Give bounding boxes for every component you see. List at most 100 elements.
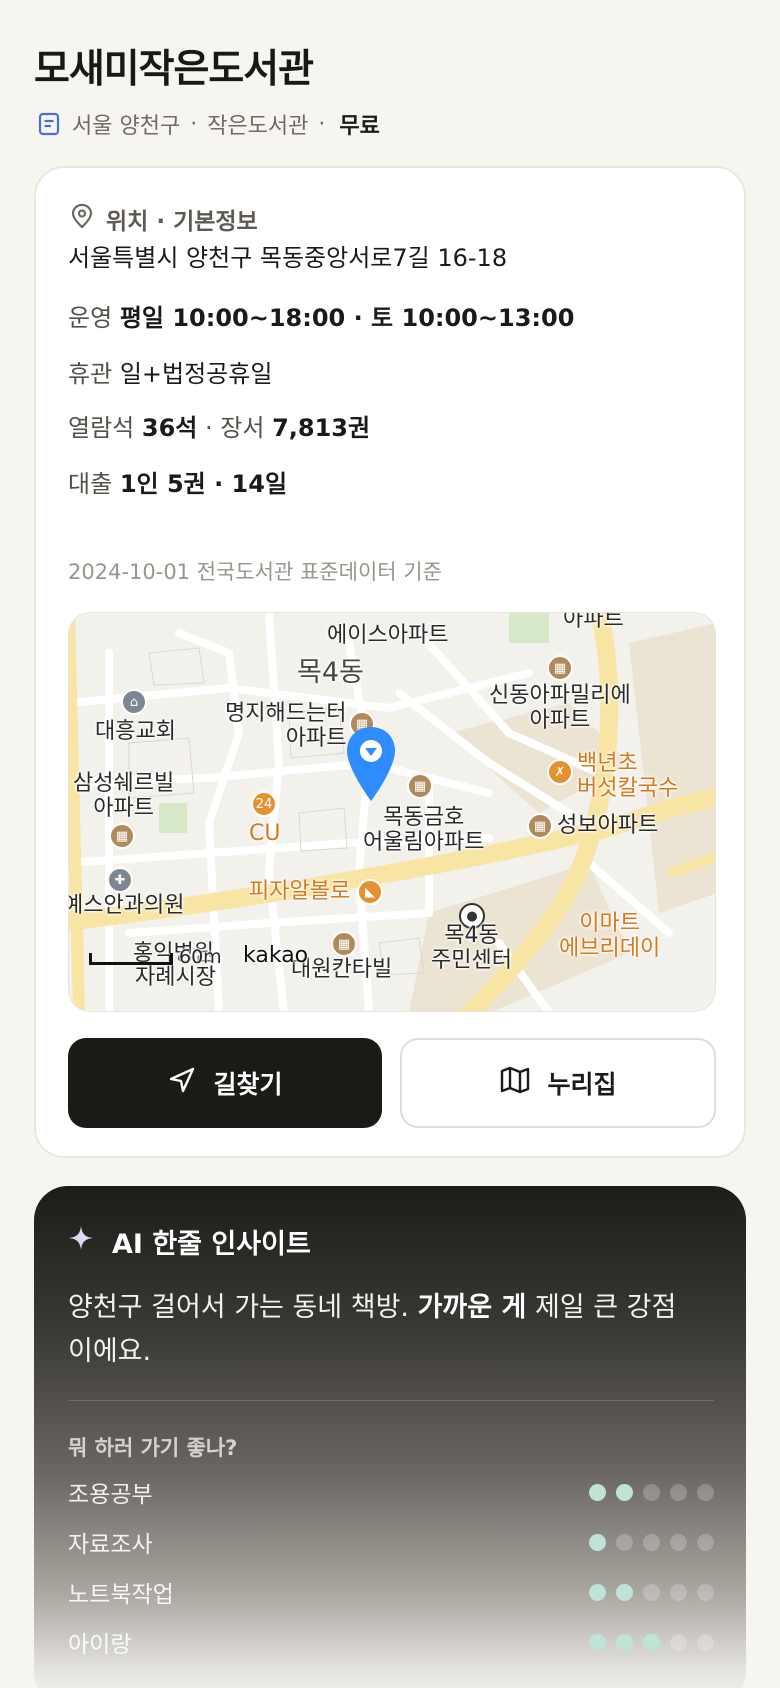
kakao-logo: kakao — [243, 943, 309, 968]
map-scale-bar — [89, 953, 173, 965]
map-label-samsung: 삼성쉐르빌 아파트 — [73, 771, 175, 822]
loan-value: 1인 5권 · 14일 — [119, 470, 288, 498]
map-icon — [499, 1065, 531, 1101]
divider — [68, 1400, 714, 1401]
apartment-poi-icon: ▦ — [331, 931, 357, 957]
rating-dot-empty — [616, 1533, 633, 1551]
map-label-apt: 아파트 — [563, 612, 624, 632]
homepage-button[interactable]: 누리집 — [400, 1038, 716, 1128]
ai-insight-text: 양천구 걸어서 가는 동네 책방. 가까운 게 제일 큰 강점이에요. — [68, 1286, 688, 1374]
hours: 운영 평일 10:00~18:00 · 토 10:00~13:00 — [68, 298, 574, 333]
rating-dots — [589, 1633, 714, 1651]
map-label-mok4dong: 목4동 — [297, 657, 364, 688]
ai-title: AI 한줄 인사이트 — [112, 1229, 311, 1260]
library-meta: 서울 양천구 · 작은도서관 · 무료 — [36, 108, 380, 140]
closed-value: 일+법정공휴일 — [119, 360, 273, 388]
restaurant-poi-icon: ✗ — [547, 759, 573, 785]
page-title: 모새미작은도서관 — [34, 47, 314, 92]
rating-row: 조용공부 — [68, 1476, 714, 1508]
rating-dot-filled — [643, 1633, 660, 1651]
church-poi-icon: ⌂ — [121, 689, 147, 715]
map-label-baeknyeon: 백년초 버섯칼국수 — [577, 751, 679, 802]
rating-dot-empty — [697, 1533, 714, 1551]
rating-label: 노트북작업 — [68, 1582, 174, 1608]
pizza-poi-icon: ◣ — [357, 879, 383, 905]
map-label-pizza: 피자알볼로 — [249, 879, 351, 904]
loan-policy: 대출 1인 5권 · 14일 — [68, 464, 287, 499]
ai-insight-card: AI 한줄 인사이트 양천구 걸어서 가는 동네 책방. 가까운 게 제일 큰 … — [34, 1186, 746, 1688]
apartment-poi-icon: ▦ — [407, 773, 433, 799]
closed-label: 휴관 — [68, 360, 113, 388]
map-label-ace-apt: 에이스아파트 — [327, 623, 449, 648]
loan-label: 대출 — [68, 470, 113, 498]
rating-dot-filled — [589, 1483, 606, 1501]
capacity: 열람석 36석 · 장서 7,813권 — [68, 408, 370, 443]
apartment-poi-icon: ▦ — [527, 813, 553, 839]
navigation-arrow-icon — [167, 1065, 197, 1101]
rating-dot-empty — [697, 1633, 714, 1651]
rating-dots — [589, 1583, 714, 1601]
map-label-cu: CU — [249, 821, 281, 846]
rating-dot-empty — [643, 1583, 660, 1601]
rating-dots — [589, 1533, 714, 1551]
map-label-myeongji: 명지해드는터 아파트 — [225, 701, 347, 752]
map-label-emart: 이마트 에브리데이 — [559, 911, 661, 962]
hours-label: 운영 — [68, 304, 113, 332]
document-icon — [36, 111, 62, 137]
rating-dot-filled — [589, 1633, 606, 1651]
rating-dot-filled — [616, 1483, 633, 1501]
address: 서울특별시 양천구 목동중앙서로7길 16-18 — [68, 244, 508, 272]
rating-row: 노트북작업 — [68, 1576, 714, 1608]
meta-sep: · — [190, 111, 198, 137]
rating-dot-empty — [670, 1583, 687, 1601]
section-title: 위치 · 기본정보 — [106, 209, 258, 235]
rating-dot-filled — [616, 1633, 633, 1651]
map-label-mokdong-kumho: 목동금호 어울림아파트 — [363, 805, 485, 856]
books-label: · 장서 — [205, 414, 265, 442]
rating-dot-empty — [670, 1633, 687, 1651]
rating-dot-empty — [643, 1483, 660, 1501]
seats-label: 열람석 — [68, 414, 135, 442]
rating-label: 자료조사 — [68, 1532, 153, 1558]
hours-value: 평일 10:00~18:00 · 토 10:00~13:00 — [119, 304, 575, 332]
apartment-poi-icon: ▦ — [109, 823, 135, 849]
rating-row: 아이랑 — [68, 1626, 714, 1658]
map[interactable]: 에이스아파트 아파트 목4동 ▦ 신동아파밀리에 아파트 명지해드는터 아파트 … — [68, 612, 716, 1012]
meta-type: 작은도서관 — [207, 114, 309, 139]
books-value: 7,813권 — [272, 414, 371, 442]
rating-dot-empty — [670, 1533, 687, 1551]
map-label-sindong: 신동아파밀리에 아파트 — [489, 683, 631, 734]
section-header: 위치 · 기본정보 — [70, 202, 258, 236]
rating-dot-empty — [643, 1533, 660, 1551]
ai-header: AI 한줄 인사이트 — [68, 1222, 311, 1261]
clinic-poi-icon: ✚ — [107, 867, 133, 893]
rating-dot-empty — [697, 1483, 714, 1501]
map-label-clinic: 예스안과의원 — [68, 893, 185, 918]
rating-dot-filled — [616, 1583, 633, 1601]
rating-row: 자료조사 — [68, 1526, 714, 1558]
directions-button[interactable]: 길찾기 — [68, 1038, 382, 1128]
ai-text-pre: 양천구 걸어서 가는 동네 책방. — [68, 1292, 409, 1323]
seats-value: 36석 — [141, 414, 198, 442]
closed-days: 휴관 일+법정공휴일 — [68, 354, 272, 389]
rating-label: 조용공부 — [68, 1482, 153, 1508]
ai-text-bold: 가까운 게 — [417, 1292, 527, 1323]
rating-dot-empty — [670, 1483, 687, 1501]
map-label-center: 목4동 주민센터 — [431, 923, 512, 974]
map-scale-label: 60m — [179, 946, 222, 968]
convenience-store-poi-icon: 24 — [251, 791, 277, 817]
map-label-daeheung: 대흥교회 — [95, 719, 176, 744]
meta-fee: 무료 — [339, 114, 380, 139]
data-source: 2024-10-01 전국도서관 표준데이터 기준 — [68, 560, 442, 584]
map-label-seongbo: 성보아파트 — [557, 813, 659, 838]
rating-dot-empty — [697, 1583, 714, 1601]
rating-dot-filled — [589, 1583, 606, 1601]
rating-dots — [589, 1483, 714, 1501]
apartment-poi-icon: ▦ — [547, 655, 573, 681]
rating-label: 아이랑 — [68, 1632, 132, 1658]
location-pin-icon — [70, 203, 94, 235]
homepage-label: 누리집 — [547, 1070, 617, 1099]
meta-sep: · — [318, 111, 326, 137]
rating-dot-filled — [589, 1533, 606, 1551]
meta-region: 서울 양천구 — [72, 114, 181, 139]
